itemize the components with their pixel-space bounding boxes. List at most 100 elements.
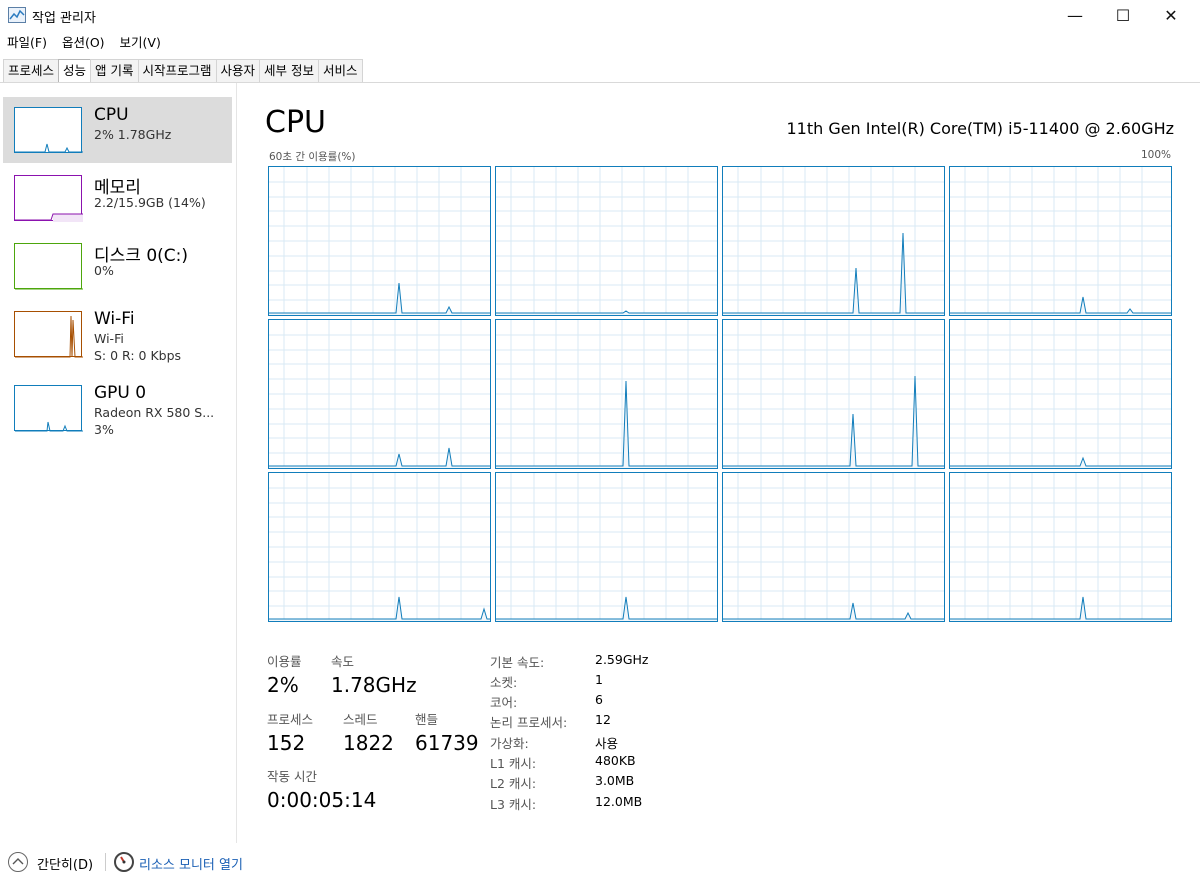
menu-view[interactable]: 보기(V): [113, 33, 169, 53]
menu-bar: 파일(F) 옵션(O) 보기(V): [0, 33, 169, 53]
maximize-icon: ☐: [1115, 5, 1131, 25]
sidebar-item-title: CPU: [94, 105, 129, 125]
activity-fill: [950, 597, 1171, 621]
sidebar-item-subtitle: 0%: [94, 263, 114, 278]
tab-startup[interactable]: 시작프로그램: [137, 59, 217, 82]
activity-fill: [496, 597, 717, 621]
tab-app-history[interactable]: 앱 기록: [90, 59, 139, 82]
activity-line: [269, 447, 490, 467]
open-resource-monitor-link[interactable]: 리소스 모니터 열기: [139, 854, 243, 873]
sidebar-item-title: Wi-Fi: [94, 309, 135, 329]
resource-monitor-icon[interactable]: [114, 852, 134, 872]
tab-processes[interactable]: 프로세스: [3, 59, 60, 82]
activity-line: [496, 310, 717, 314]
detail-value: 3.0MB: [595, 773, 635, 788]
footer-divider: [105, 853, 106, 871]
sidebar-item-memory[interactable]: 메모리 2.2/15.9GB (14%): [3, 165, 232, 231]
speed-label: 속도: [331, 654, 355, 669]
close-button[interactable]: ✕: [1148, 0, 1194, 30]
utilization-value: 2%: [267, 673, 299, 697]
page-title: CPU: [265, 105, 326, 140]
title-bar: 작업 관리자 — ☐ ✕: [0, 0, 1200, 32]
fewer-details-button[interactable]: 간단히(D): [37, 854, 93, 873]
sidebar-item-subtitle: Radeon RX 580 S...: [94, 405, 215, 420]
graph-caption: 60초 간 이용률(%): [269, 151, 356, 163]
detail-label: L2 캐시:: [490, 776, 537, 791]
sparkline: [15, 315, 83, 358]
detail-label: L3 캐시:: [490, 797, 537, 812]
cpu-thumbnail-graph: [14, 107, 83, 153]
activity-fill: [723, 376, 944, 468]
chevron-up-icon[interactable]: [8, 852, 28, 872]
activity-line: [950, 456, 1171, 467]
footer: 간단히(D) 리소스 모니터 열기: [0, 846, 1200, 882]
tab-users[interactable]: 사용자: [215, 59, 261, 82]
detail-value: 2.59GHz: [595, 652, 649, 667]
core-graph-3: [722, 166, 945, 316]
activity-line: [723, 602, 944, 620]
detail-label: 가상화:: [490, 736, 529, 751]
activity-line: [496, 596, 717, 620]
sidebar-item-wifi[interactable]: Wi-Fi Wi-Fi S: 0 R: 0 Kbps: [3, 301, 232, 367]
menu-file[interactable]: 파일(F): [0, 33, 55, 53]
logical-processor-graphs: [268, 166, 1172, 624]
minimize-icon: —: [1067, 5, 1083, 25]
disk-thumbnail-graph: [14, 243, 83, 290]
gpu-thumbnail-graph: [14, 385, 83, 432]
sidebar-item-cpu[interactable]: CPU 2% 1.78GHz: [3, 97, 232, 163]
speed-value: 1.78GHz: [331, 673, 417, 697]
threads-label: 스레드: [343, 712, 378, 727]
activity-fill: [269, 448, 490, 468]
sidebar-item-subtitle: 2% 1.78GHz: [94, 127, 172, 142]
handles-value: 61739: [415, 731, 479, 755]
detail-value: 12.0MB: [595, 794, 643, 809]
graph-max-label: 100%: [1140, 149, 1171, 161]
processes-value: 152: [267, 731, 306, 755]
activity-line: [950, 596, 1171, 620]
detail-value: 480KB: [595, 753, 636, 768]
sidebar-item-gpu[interactable]: GPU 0 Radeon RX 580 S... 3%: [3, 375, 232, 441]
core-graph-7: [722, 319, 945, 469]
activity-line: [269, 596, 490, 620]
sidebar-item-title: GPU 0: [94, 383, 147, 403]
task-manager-icon: [8, 7, 26, 23]
memory-thumbnail-graph: [14, 175, 83, 222]
utilization-label: 이용률: [267, 654, 302, 669]
activity-line: [950, 296, 1171, 314]
processes-label: 프로세스: [267, 712, 314, 727]
tab-performance[interactable]: 성능: [58, 59, 92, 82]
menu-options[interactable]: 옵션(O): [55, 33, 113, 53]
minimize-button[interactable]: —: [1052, 0, 1098, 30]
detail-label: 소켓:: [490, 675, 518, 690]
maximize-button[interactable]: ☐: [1100, 0, 1146, 30]
resource-sidebar: CPU 2% 1.78GHz 메모리 2.2/15.9GB (14%) 디스크 …: [0, 83, 237, 843]
tab-services[interactable]: 서비스: [318, 59, 363, 82]
sidebar-item-subtitle-2: 3%: [94, 422, 114, 437]
detail-label: 기본 속도:: [490, 655, 545, 670]
sparkline: [15, 143, 83, 153]
tab-details[interactable]: 세부 정보: [259, 59, 320, 82]
core-graph-10: [495, 472, 718, 622]
core-graph-11: [722, 472, 945, 622]
core-graph-8: [949, 319, 1172, 469]
activity-fill: [269, 283, 490, 315]
detail-label: 코어:: [490, 695, 518, 710]
core-graph-2: [495, 166, 718, 316]
handles-label: 핸들: [415, 712, 439, 727]
activity-fill: [269, 597, 490, 621]
core-graph-1: [268, 166, 491, 316]
uptime-value: 0:00:05:14: [267, 788, 377, 812]
core-graph-5: [268, 319, 491, 469]
sidebar-item-subtitle: Wi-Fi: [94, 331, 124, 346]
uptime-label: 작동 시간: [267, 769, 317, 784]
detail-value: 1: [595, 672, 603, 687]
activity-line: [269, 282, 490, 314]
sidebar-item-subtitle: 2.2/15.9GB (14%): [94, 195, 206, 210]
threads-value: 1822: [343, 731, 394, 755]
core-graph-12: [949, 472, 1172, 622]
close-icon: ✕: [1164, 5, 1178, 25]
detail-value: 12: [595, 712, 611, 727]
window-title: 작업 관리자: [32, 11, 96, 26]
sidebar-item-disk[interactable]: 디스크 0(C:) 0%: [3, 233, 232, 299]
core-graph-4: [949, 166, 1172, 316]
